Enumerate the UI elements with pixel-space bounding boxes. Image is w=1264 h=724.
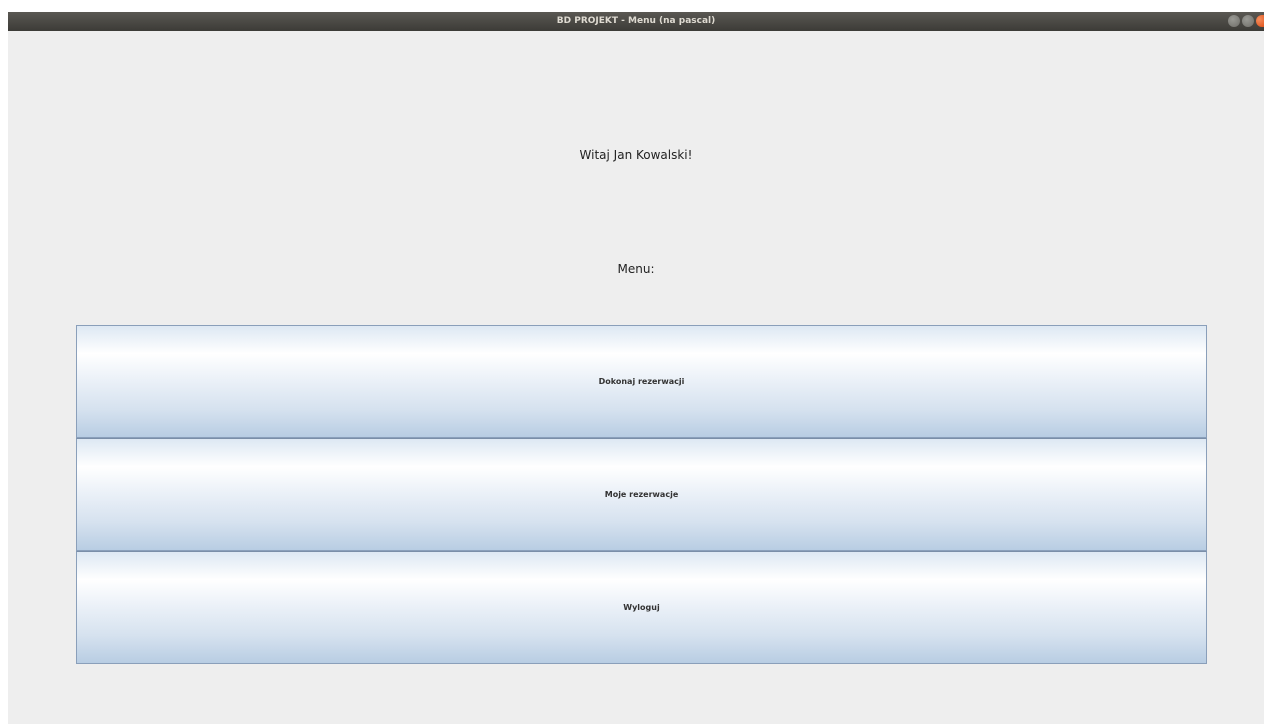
- greeting-label: Witaj Jan Kowalski!: [579, 148, 693, 162]
- window-controls: [1228, 15, 1264, 28]
- my-reservations-button[interactable]: Moje rezerwacje: [76, 438, 1207, 551]
- title-bar[interactable]: BD PROJEKT - Menu (na pascal): [8, 12, 1264, 31]
- logout-button[interactable]: Wyloguj: [76, 551, 1207, 664]
- maximize-icon[interactable]: [1242, 15, 1254, 27]
- close-icon[interactable]: [1256, 15, 1264, 27]
- menu-buttons: Dokonaj rezerwacji Moje rezerwacje Wylog…: [76, 325, 1207, 664]
- make-reservation-button[interactable]: Dokonaj rezerwacji: [76, 325, 1207, 438]
- minimize-icon[interactable]: [1228, 15, 1240, 27]
- screen: BD PROJEKT - Menu (na pascal) Witaj Jan …: [0, 0, 1264, 724]
- menu-label: Menu:: [617, 262, 655, 276]
- app-window: BD PROJEKT - Menu (na pascal) Witaj Jan …: [8, 12, 1264, 724]
- window-title: BD PROJEKT - Menu (na pascal): [556, 16, 716, 26]
